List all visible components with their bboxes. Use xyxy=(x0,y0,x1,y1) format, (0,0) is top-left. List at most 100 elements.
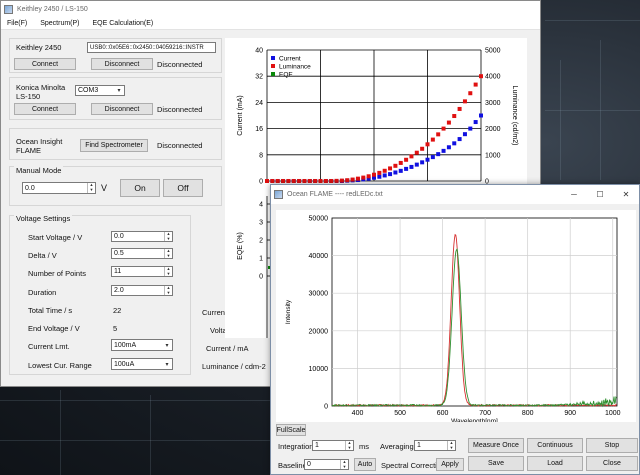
eqe-tick-label: 4 xyxy=(259,202,263,209)
y-tick-label: 0 xyxy=(324,404,328,411)
app-icon xyxy=(274,190,283,199)
keithley-disconnect-button[interactable]: Disconnect xyxy=(91,58,153,70)
konica-label-line1: Konica Minolta xyxy=(16,83,66,92)
start-voltage-label: Start Voltage / V xyxy=(28,233,83,242)
stop-button[interactable]: Stop xyxy=(586,438,638,453)
y2-tick-label: 2000 xyxy=(485,126,501,133)
luminance-point xyxy=(409,154,414,159)
spinner-arrows-icon[interactable]: ▲ ▼ xyxy=(447,440,455,450)
current-point xyxy=(409,164,414,169)
lowest-range-label: Lowest Cur. Range xyxy=(28,361,92,370)
main-window-title: Keithley 2450 / LS-150 xyxy=(17,5,88,13)
duration-input[interactable]: 2.0 ▲ ▼ xyxy=(111,285,173,296)
y-tick-label: 32 xyxy=(255,74,263,81)
close-icon[interactable]: ✕ xyxy=(613,190,639,199)
y-tick-label: 50000 xyxy=(309,216,329,223)
apply-button[interactable]: Apply xyxy=(436,458,464,471)
end-voltage-label: End Voltage / V xyxy=(28,324,80,333)
fullscale-button[interactable]: FullScale xyxy=(276,424,306,436)
minimize-icon[interactable]: ─ xyxy=(561,190,587,199)
chevron-down-icon: ▾ xyxy=(165,342,169,349)
main-menubar: File(F) Spectrum(P) EQE Calculation(E) xyxy=(1,17,540,30)
luminance-point xyxy=(355,176,360,181)
luminance-point xyxy=(334,178,339,183)
luminance-point xyxy=(393,163,398,168)
luminance-point xyxy=(457,106,462,111)
luminance-point xyxy=(425,142,430,147)
spec-window-title: Ocean FLAME ---- redLEDc.txt xyxy=(287,191,383,198)
menu-spectrum[interactable]: Spectrum(P) xyxy=(40,20,79,27)
current-point xyxy=(420,160,425,165)
manual-voltage-input[interactable]: 0.0 ▲ ▼ xyxy=(22,182,96,194)
baseline-auto-button[interactable]: Auto xyxy=(354,458,376,471)
luminance-point xyxy=(420,146,425,151)
luminance-point xyxy=(350,177,355,182)
y-tick-label: 24 xyxy=(255,100,263,107)
keithley-resource-field[interactable]: USB0::0x05E6::0x2450::04059216::INSTR xyxy=(87,42,216,53)
spectrum-chart-svg: 0 10000 20000 30000 40000 50000 400 500 600 700 80… xyxy=(285,216,621,426)
ocean-status: Disconnected xyxy=(157,141,203,150)
spinner-arrows-icon[interactable]: ▲ ▼ xyxy=(340,459,348,469)
current-point xyxy=(452,141,457,146)
manual-on-button[interactable]: On xyxy=(120,179,160,197)
measure-once-button[interactable]: Measure Once xyxy=(468,438,524,453)
baseline-input[interactable]: 0 ▲ ▼ xyxy=(304,459,349,470)
luminance-point xyxy=(366,174,371,179)
spinner-arrows-icon[interactable]: ▲ ▼ xyxy=(164,266,172,276)
load-button[interactable]: Load xyxy=(527,456,583,471)
main-titlebar: Keithley 2450 / LS-150 xyxy=(1,1,540,17)
konica-connect-button[interactable]: Connect xyxy=(14,103,76,115)
start-voltage-input[interactable]: 0.0 ▲ ▼ xyxy=(111,231,173,242)
ocean-group: Ocean Insight FLAME Find Spectrometer Di… xyxy=(9,128,222,160)
plot-frame xyxy=(331,217,618,407)
luminance-point xyxy=(441,126,446,131)
end-voltage-value: 5 xyxy=(113,324,118,333)
averaging-input[interactable]: 1 ▲ ▼ xyxy=(414,440,456,451)
points-input[interactable]: 11 ▲ ▼ xyxy=(111,266,173,277)
menu-file[interactable]: File(F) xyxy=(7,20,27,27)
current-point xyxy=(382,173,387,178)
averaging-value: 1 xyxy=(417,442,421,449)
spinner-arrows-icon[interactable]: ▲ ▼ xyxy=(87,182,95,193)
lowest-range-select[interactable]: 100uA ▾ xyxy=(111,358,173,370)
start-voltage-value: 0.0 xyxy=(114,233,124,240)
y-tick-label: 0 xyxy=(259,179,263,186)
manual-off-button[interactable]: Off xyxy=(163,179,203,197)
current-point xyxy=(430,155,435,160)
spinner-arrows-icon[interactable]: ▲ ▼ xyxy=(164,285,172,295)
spectrum-series-green xyxy=(331,248,617,408)
current-point xyxy=(377,174,382,179)
y-tick-label: 16 xyxy=(255,126,263,133)
save-button[interactable]: Save xyxy=(468,456,524,471)
luminance-point xyxy=(339,178,344,183)
current-point xyxy=(414,162,419,167)
luminance-point xyxy=(479,74,483,79)
current-limit-select[interactable]: 100mA ▾ xyxy=(111,339,173,351)
integration-input[interactable]: 1 ▲ ▼ xyxy=(312,440,354,451)
delta-input[interactable]: 0.5 ▲ ▼ xyxy=(111,248,173,259)
current-point xyxy=(404,166,409,171)
maximize-icon[interactable]: ☐ xyxy=(587,190,613,199)
current-limit-value: 100mA xyxy=(114,341,137,349)
manual-mode-title: Manual Mode xyxy=(14,166,64,175)
continuous-button[interactable]: Continuous xyxy=(527,438,583,453)
spinner-arrows-icon[interactable]: ▲ ▼ xyxy=(164,248,172,258)
x-tick-label: 500 xyxy=(394,410,406,417)
x-tick-label: 600 xyxy=(437,410,449,417)
luminance-point xyxy=(414,150,419,155)
luminance-point xyxy=(361,175,366,180)
close-button[interactable]: Close xyxy=(586,456,638,471)
luminance-point xyxy=(345,178,350,183)
y2-tick-label: 5000 xyxy=(485,48,501,55)
luminance-point xyxy=(462,99,467,104)
konica-disconnect-button[interactable]: Disconnect xyxy=(91,103,153,115)
find-spectrometer-button[interactable]: Find Spectrometer xyxy=(80,139,148,152)
current-point xyxy=(393,170,398,175)
spinner-arrows-icon[interactable]: ▲ ▼ xyxy=(345,440,353,450)
delta-label: Delta / V xyxy=(28,251,57,260)
y2-tick-label: 3000 xyxy=(485,100,501,107)
spinner-arrows-icon[interactable]: ▲ ▼ xyxy=(164,231,172,241)
menu-eqe-calculation[interactable]: EQE Calculation(E) xyxy=(93,20,154,27)
konica-port-select[interactable]: COM3 ▾ xyxy=(75,85,125,96)
keithley-connect-button[interactable]: Connect xyxy=(14,58,76,70)
